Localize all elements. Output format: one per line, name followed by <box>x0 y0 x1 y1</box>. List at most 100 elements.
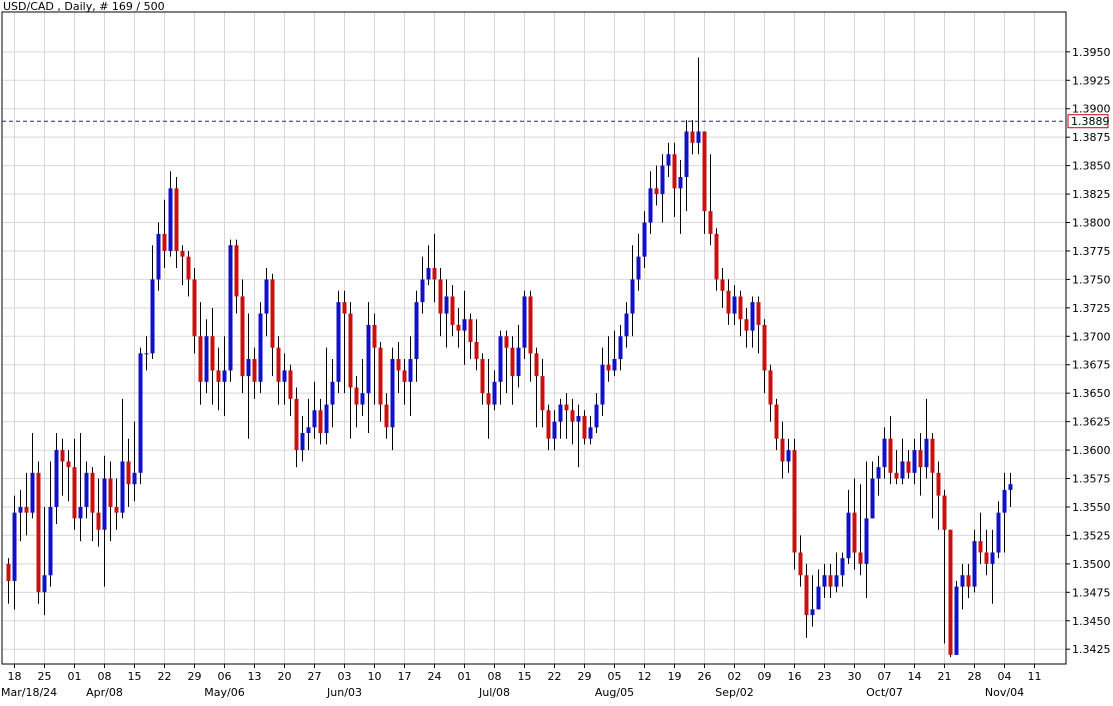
x-tick-label: 13 <box>248 670 262 683</box>
candle-body-down <box>198 336 203 382</box>
candle-body-up <box>54 450 59 507</box>
candle-body-down <box>534 353 539 377</box>
candle-body-down <box>738 296 743 320</box>
candle-body-up <box>588 427 593 439</box>
candle <box>258 302 263 394</box>
candle-body-down <box>888 438 893 473</box>
y-tick-label: 1.3500 <box>1072 558 1111 571</box>
x-month-label: Oct/07 <box>866 686 903 699</box>
candle-body-down <box>726 290 731 314</box>
candle-body-up <box>648 188 653 223</box>
candle-body-down <box>582 415 587 439</box>
candle <box>948 529 953 658</box>
candle-body-down <box>978 541 983 553</box>
x-tick-label: 25 <box>38 670 52 683</box>
candle-body-up <box>900 461 905 479</box>
candle-body-up <box>618 336 623 360</box>
y-tick-label: 1.3600 <box>1072 444 1111 457</box>
x-tick-label: 17 <box>398 670 412 683</box>
candle-body-down <box>396 359 401 371</box>
candle-body-up <box>258 313 263 382</box>
candle-body-up <box>636 256 641 280</box>
candle-body-up <box>204 336 209 382</box>
candle-body-down <box>66 461 71 468</box>
x-tick-label: 03 <box>338 670 352 683</box>
x-month-label: May/06 <box>204 686 244 699</box>
candle-body-up <box>696 131 701 143</box>
x-month-label: Apr/08 <box>86 686 123 699</box>
candle <box>954 580 959 655</box>
candlestick-chart: 1.3425 1.3450 1.3475 1.3500 1.3525 1.3550 1.35… <box>0 0 1113 706</box>
y-tick-label: 1.3525 <box>1072 529 1111 542</box>
candle-body-down <box>672 154 677 189</box>
y-tick-label: 1.3900 <box>1072 103 1111 116</box>
candle-body-up <box>360 393 365 405</box>
candle-body-down <box>504 336 509 348</box>
x-tick-label: 09 <box>758 670 772 683</box>
x-tick-label: 12 <box>638 670 652 683</box>
candle-body-up <box>138 353 143 473</box>
candle-body-down <box>480 359 485 394</box>
candle-body-up <box>612 359 617 371</box>
candle-body-down <box>174 188 179 251</box>
candle-body-up <box>102 478 107 530</box>
candle-body-down <box>720 279 725 291</box>
candle-body-up <box>300 433 305 451</box>
y-tick-label: 1.3925 <box>1072 74 1111 87</box>
candle-body-up <box>156 233 161 280</box>
candle-body-up <box>516 347 521 377</box>
x-tick-label: 04 <box>998 670 1012 683</box>
candle-body-up <box>48 506 53 576</box>
candle-body-down <box>348 313 353 388</box>
y-tick-label: 1.3850 <box>1072 160 1111 173</box>
candle-body-up <box>228 245 233 371</box>
candle-body-up <box>18 506 23 513</box>
candle-body-up <box>864 518 869 564</box>
candle-body-up <box>462 319 467 331</box>
x-tick-label: 16 <box>788 670 802 683</box>
candle-body-down <box>318 410 323 434</box>
x-tick-label: 15 <box>518 670 532 683</box>
candle-body-up <box>630 279 635 314</box>
candle-body-up <box>492 381 497 405</box>
candle-body-up <box>912 450 917 473</box>
candle-body-down <box>342 302 347 314</box>
candle-body-up <box>660 165 665 195</box>
y-tick-label: 1.3650 <box>1072 387 1111 400</box>
candle-body-up <box>366 324 371 394</box>
y-tick-label: 1.3800 <box>1072 217 1111 230</box>
candle-body-down <box>438 279 443 314</box>
candle-body-up <box>336 302 341 382</box>
chart-background <box>0 0 1113 706</box>
candle-body-up <box>150 279 155 354</box>
candle-body-up <box>558 404 563 422</box>
candle-body-up <box>1008 484 1013 490</box>
x-month-label: Aug/05 <box>595 686 634 699</box>
candle-body-up <box>822 575 827 587</box>
x-tick-label: 05 <box>608 670 622 683</box>
candle-body-down <box>210 336 215 371</box>
candle-body-down <box>540 376 545 411</box>
x-tick-label: 11 <box>1028 670 1042 683</box>
candle-body-up <box>732 296 737 314</box>
candle-body-up <box>312 410 317 428</box>
candle-body-down <box>774 404 779 439</box>
y-tick-label: 1.3775 <box>1072 245 1111 258</box>
candle-body-up <box>1002 489 1007 513</box>
candle-body-down <box>798 552 803 576</box>
y-tick-label: 1.3575 <box>1072 473 1111 486</box>
candle-body-down <box>510 347 515 377</box>
x-tick-label: 07 <box>878 670 892 683</box>
candle-body-down <box>456 324 461 331</box>
candle-body-up <box>414 302 419 360</box>
candle-body-up <box>666 154 671 166</box>
candle-body-down <box>252 359 257 382</box>
x-month-label: Jun/03 <box>326 686 362 699</box>
candle-body-up <box>78 506 83 519</box>
y-tick-label: 1.3450 <box>1072 615 1111 628</box>
candle-body-down <box>234 245 239 297</box>
candle-body-up <box>120 461 125 513</box>
candle-body-down <box>432 268 437 280</box>
candle-body-down <box>270 279 275 348</box>
candle-body-up <box>840 558 845 576</box>
